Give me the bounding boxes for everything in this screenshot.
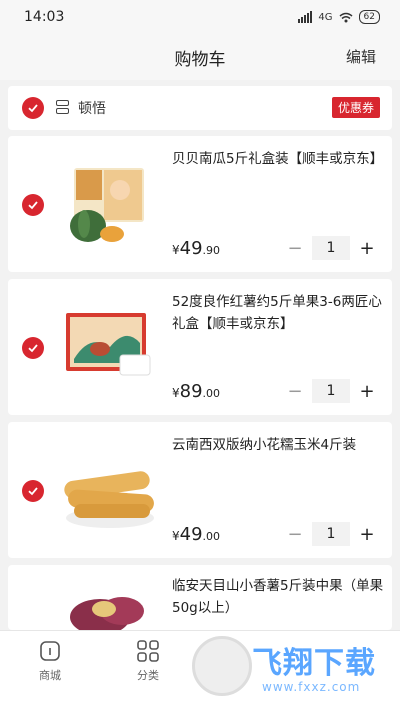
- network-label: 4G: [318, 11, 333, 23]
- cart-item: 云南西双版纳小花糯玉米4斤装 ¥49.00 − 1 +: [8, 422, 392, 558]
- sweet-potato-product-image[interactable]: [60, 303, 160, 393]
- item-title[interactable]: 临安天目山小香薯5斤装中果（单果50g以上）: [172, 575, 384, 619]
- item-price: ¥49.90: [172, 238, 221, 259]
- edit-button[interactable]: 编辑: [346, 46, 376, 67]
- page-title: 购物车: [174, 49, 226, 70]
- decrease-button[interactable]: −: [284, 238, 306, 259]
- cart-item: 临安天目山小香薯5斤装中果（单果50g以上）: [8, 565, 392, 630]
- status-bar: 14:03 4G 62: [0, 0, 400, 34]
- watermark: 飞翔下载 www.fxxz.com: [192, 632, 396, 706]
- small-sweet-potato-product-image[interactable]: [60, 587, 160, 630]
- wifi-icon: [339, 12, 353, 22]
- quantity-stepper: − 1 +: [284, 236, 378, 260]
- increase-button[interactable]: +: [356, 524, 378, 545]
- status-icons: 4G 62: [298, 10, 380, 24]
- watermark-logo-icon: [192, 636, 252, 696]
- store-icon: [56, 100, 70, 116]
- watermark-text: 飞翔下载: [252, 646, 376, 681]
- store-header: 顿悟 优惠券: [8, 86, 392, 130]
- item-select-checkbox[interactable]: [22, 194, 44, 216]
- item-title[interactable]: 贝贝南瓜5斤礼盒装【顺丰或京东】: [172, 148, 384, 170]
- signal-icon: [298, 11, 313, 23]
- tab-category[interactable]: 分类: [118, 639, 178, 683]
- increase-button[interactable]: +: [356, 381, 378, 402]
- watermark-url: www.fxxz.com: [262, 680, 361, 694]
- status-time: 14:03: [24, 9, 65, 25]
- home-icon: [40, 641, 60, 661]
- item-title[interactable]: 52度良作红薯约5斤单果3-6两匠心礼盒【顺丰或京东】: [172, 291, 384, 335]
- nav-bar: 购物车 编辑: [0, 34, 400, 80]
- decrease-button[interactable]: −: [284, 381, 306, 402]
- item-price: ¥89.00: [172, 381, 221, 402]
- tab-label: 商城: [39, 669, 61, 682]
- store-name[interactable]: 顿悟: [78, 98, 106, 118]
- corn-product-image[interactable]: [60, 446, 160, 536]
- tab-mall[interactable]: 商城: [20, 639, 80, 683]
- decrease-button[interactable]: −: [284, 524, 306, 545]
- item-select-checkbox[interactable]: [22, 480, 44, 502]
- pumpkin-product-image[interactable]: [60, 160, 160, 250]
- quantity-input[interactable]: 1: [312, 236, 350, 260]
- battery-icon: 62: [358, 10, 380, 24]
- quantity-input[interactable]: 1: [312, 379, 350, 403]
- item-select-checkbox[interactable]: [22, 337, 44, 359]
- coupon-button[interactable]: 优惠券: [331, 97, 380, 118]
- grid-icon: [137, 640, 159, 662]
- increase-button[interactable]: +: [356, 238, 378, 259]
- cart-item: 52度良作红薯约5斤单果3-6两匠心礼盒【顺丰或京东】 ¥89.00 − 1 +: [8, 279, 392, 415]
- quantity-input[interactable]: 1: [312, 522, 350, 546]
- cart-item: 贝贝南瓜5斤礼盒装【顺丰或京东】 ¥49.90 − 1 +: [8, 136, 392, 272]
- quantity-stepper: − 1 +: [284, 379, 378, 403]
- tab-label: 分类: [137, 669, 159, 682]
- item-price: ¥49.00: [172, 524, 221, 545]
- quantity-stepper: − 1 +: [284, 522, 378, 546]
- item-title[interactable]: 云南西双版纳小花糯玉米4斤装: [172, 434, 384, 456]
- store-select-checkbox[interactable]: [22, 97, 44, 119]
